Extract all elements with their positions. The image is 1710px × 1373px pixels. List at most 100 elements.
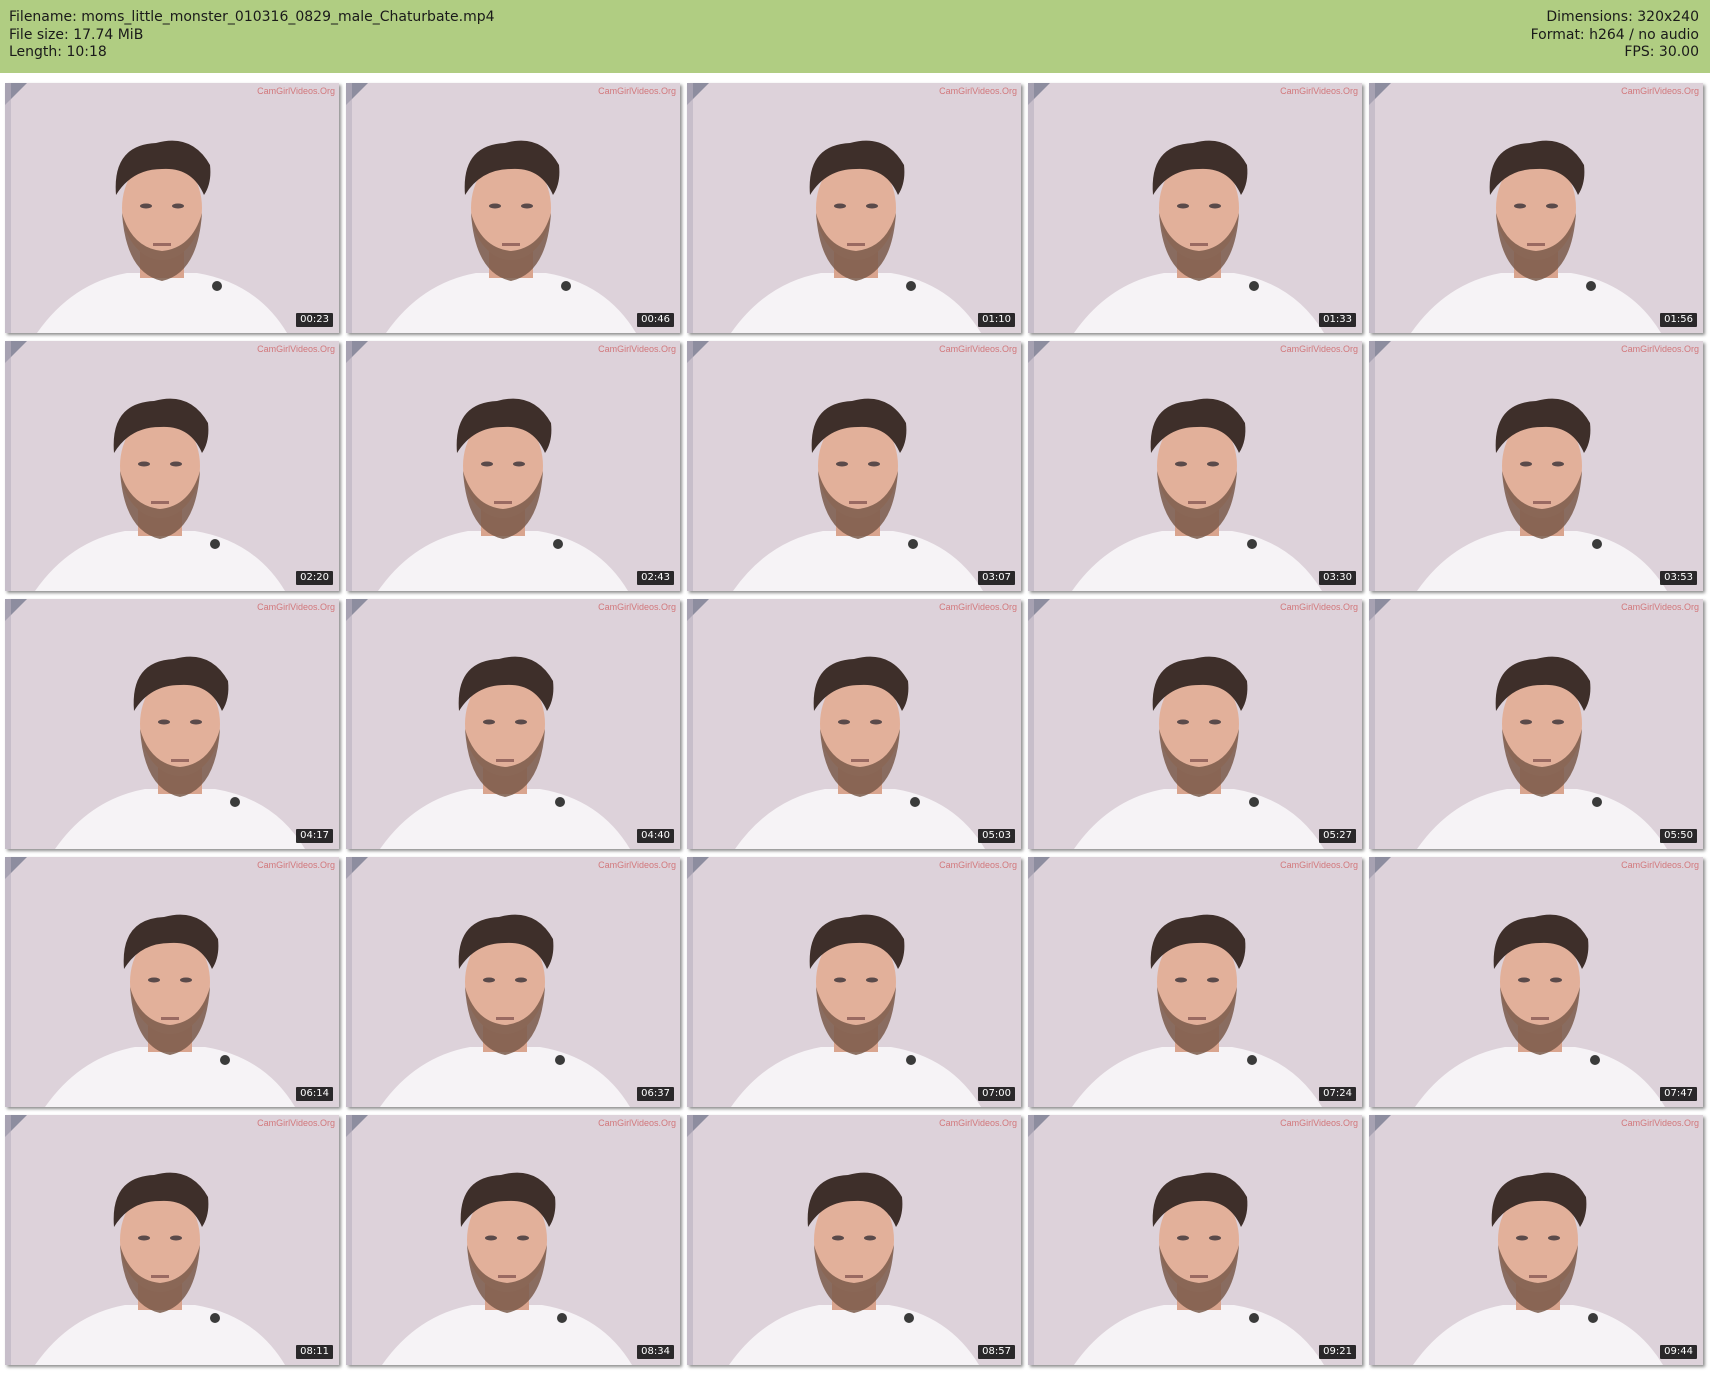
watermark-text: CamGirlVideos.Org: [1280, 602, 1358, 612]
watermark-text: CamGirlVideos.Org: [939, 1118, 1017, 1128]
frame-image: [5, 857, 339, 1107]
length-label: Length: 10:18: [9, 44, 107, 60]
watermark-text: CamGirlVideos.Org: [939, 86, 1017, 96]
video-info: Dimensions: 320x240 Format: h264 / no au…: [1531, 9, 1699, 62]
frame-thumbnail: CamGirlVideos.Org 01:10: [687, 83, 1021, 333]
frame-image: [1369, 1115, 1703, 1365]
timestamp-label: 01:10: [978, 313, 1015, 327]
timestamp-label: 08:11: [296, 1345, 333, 1359]
timestamp-label: 00:23: [296, 313, 333, 327]
frame-image: [1028, 1115, 1362, 1365]
frame-image: [346, 341, 680, 591]
watermark-text: CamGirlVideos.Org: [939, 602, 1017, 612]
frame-image: [1369, 857, 1703, 1107]
frame-thumbnail: CamGirlVideos.Org 06:14: [5, 857, 339, 1107]
watermark-text: CamGirlVideos.Org: [257, 602, 335, 612]
frame-thumbnail: CamGirlVideos.Org 00:23: [5, 83, 339, 333]
timestamp-label: 07:24: [1319, 1087, 1356, 1101]
fps-label: FPS: 30.00: [1624, 44, 1699, 60]
frame-thumbnail: CamGirlVideos.Org 06:37: [346, 857, 680, 1107]
timestamp-label: 05:27: [1319, 829, 1356, 843]
frame-thumbnail: CamGirlVideos.Org 04:40: [346, 599, 680, 849]
frame-image: [346, 1115, 680, 1365]
frame-image: [687, 1115, 1021, 1365]
watermark-text: CamGirlVideos.Org: [257, 344, 335, 354]
timestamp-label: 01:56: [1660, 313, 1697, 327]
timestamp-label: 03:07: [978, 571, 1015, 585]
watermark-text: CamGirlVideos.Org: [1621, 602, 1699, 612]
frame-image: [1369, 599, 1703, 849]
filesize-label: File size: 17.74 MiB: [9, 26, 144, 43]
timestamp-label: 02:20: [296, 571, 333, 585]
frame-thumbnail: CamGirlVideos.Org 01:56: [1369, 83, 1703, 333]
frame-thumbnail: CamGirlVideos.Org 05:27: [1028, 599, 1362, 849]
frame-image: [1028, 599, 1362, 849]
timestamp-label: 05:03: [978, 829, 1015, 843]
timestamp-label: 00:46: [637, 313, 674, 327]
timestamp-label: 08:34: [637, 1345, 674, 1359]
timestamp-label: 09:44: [1660, 1345, 1697, 1359]
frame-image: [1028, 83, 1362, 333]
frame-thumbnail: CamGirlVideos.Org 07:47: [1369, 857, 1703, 1107]
frame-image: [1028, 341, 1362, 591]
frame-image: [5, 341, 339, 591]
frame-image: [5, 83, 339, 333]
watermark-text: CamGirlVideos.Org: [598, 344, 676, 354]
frame-image: [346, 83, 680, 333]
timestamp-label: 03:30: [1319, 571, 1356, 585]
watermark-text: CamGirlVideos.Org: [1280, 1118, 1358, 1128]
frame-thumbnail: CamGirlVideos.Org 07:00: [687, 857, 1021, 1107]
timestamp-label: 05:50: [1660, 829, 1697, 843]
watermark-text: CamGirlVideos.Org: [598, 602, 676, 612]
file-info: Filename: moms_little_monster_010316_082…: [9, 9, 495, 62]
frame-thumbnail: CamGirlVideos.Org 03:53: [1369, 341, 1703, 591]
thumbnail-grid: CamGirlVideos.Org 00:23 CamGirlVideos.Org 0…: [5, 83, 1703, 1365]
frame-thumbnail: CamGirlVideos.Org 00:46: [346, 83, 680, 333]
frame-image: [687, 857, 1021, 1107]
timestamp-label: 02:43: [637, 571, 674, 585]
timestamp-label: 06:37: [637, 1087, 674, 1101]
frame-image: [687, 83, 1021, 333]
frame-thumbnail: CamGirlVideos.Org 01:33: [1028, 83, 1362, 333]
watermark-text: CamGirlVideos.Org: [257, 86, 335, 96]
timestamp-label: 07:47: [1660, 1087, 1697, 1101]
format-label: Format: h264 / no audio: [1530, 26, 1699, 43]
watermark-text: CamGirlVideos.Org: [1280, 860, 1358, 870]
frame-thumbnail: CamGirlVideos.Org 02:43: [346, 341, 680, 591]
frame-image: [346, 599, 680, 849]
frame-thumbnail: CamGirlVideos.Org 03:30: [1028, 341, 1362, 591]
watermark-text: CamGirlVideos.Org: [257, 1118, 335, 1128]
frame-thumbnail: CamGirlVideos.Org 05:03: [687, 599, 1021, 849]
watermark-text: CamGirlVideos.Org: [1621, 344, 1699, 354]
watermark-text: CamGirlVideos.Org: [939, 344, 1017, 354]
frame-thumbnail: CamGirlVideos.Org 02:20: [5, 341, 339, 591]
frame-thumbnail: CamGirlVideos.Org 07:24: [1028, 857, 1362, 1107]
timestamp-label: 04:40: [637, 829, 674, 843]
frame-image: [1369, 83, 1703, 333]
info-header: Filename: moms_little_monster_010316_082…: [0, 0, 1710, 73]
frame-thumbnail: CamGirlVideos.Org 09:44: [1369, 1115, 1703, 1365]
watermark-text: CamGirlVideos.Org: [1280, 86, 1358, 96]
frame-image: [1028, 857, 1362, 1107]
timestamp-label: 06:14: [296, 1087, 333, 1101]
watermark-text: CamGirlVideos.Org: [598, 1118, 676, 1128]
frame-image: [5, 599, 339, 849]
frame-image: [346, 857, 680, 1107]
filename-label: Filename: moms_little_monster_010316_082…: [9, 9, 495, 25]
watermark-text: CamGirlVideos.Org: [1621, 86, 1699, 96]
timestamp-label: 03:53: [1660, 571, 1697, 585]
frame-thumbnail: CamGirlVideos.Org 05:50: [1369, 599, 1703, 849]
frame-image: [1369, 341, 1703, 591]
frame-image: [687, 599, 1021, 849]
frame-thumbnail: CamGirlVideos.Org 09:21: [1028, 1115, 1362, 1365]
frame-image: [5, 1115, 339, 1365]
frame-thumbnail: CamGirlVideos.Org 04:17: [5, 599, 339, 849]
timestamp-label: 09:21: [1319, 1345, 1356, 1359]
watermark-text: CamGirlVideos.Org: [1621, 1118, 1699, 1128]
timestamp-label: 07:00: [978, 1087, 1015, 1101]
watermark-text: CamGirlVideos.Org: [598, 860, 676, 870]
timestamp-label: 04:17: [296, 829, 333, 843]
frame-image: [687, 341, 1021, 591]
timestamp-label: 08:57: [978, 1345, 1015, 1359]
dimensions-label: Dimensions: 320x240: [1546, 9, 1699, 25]
